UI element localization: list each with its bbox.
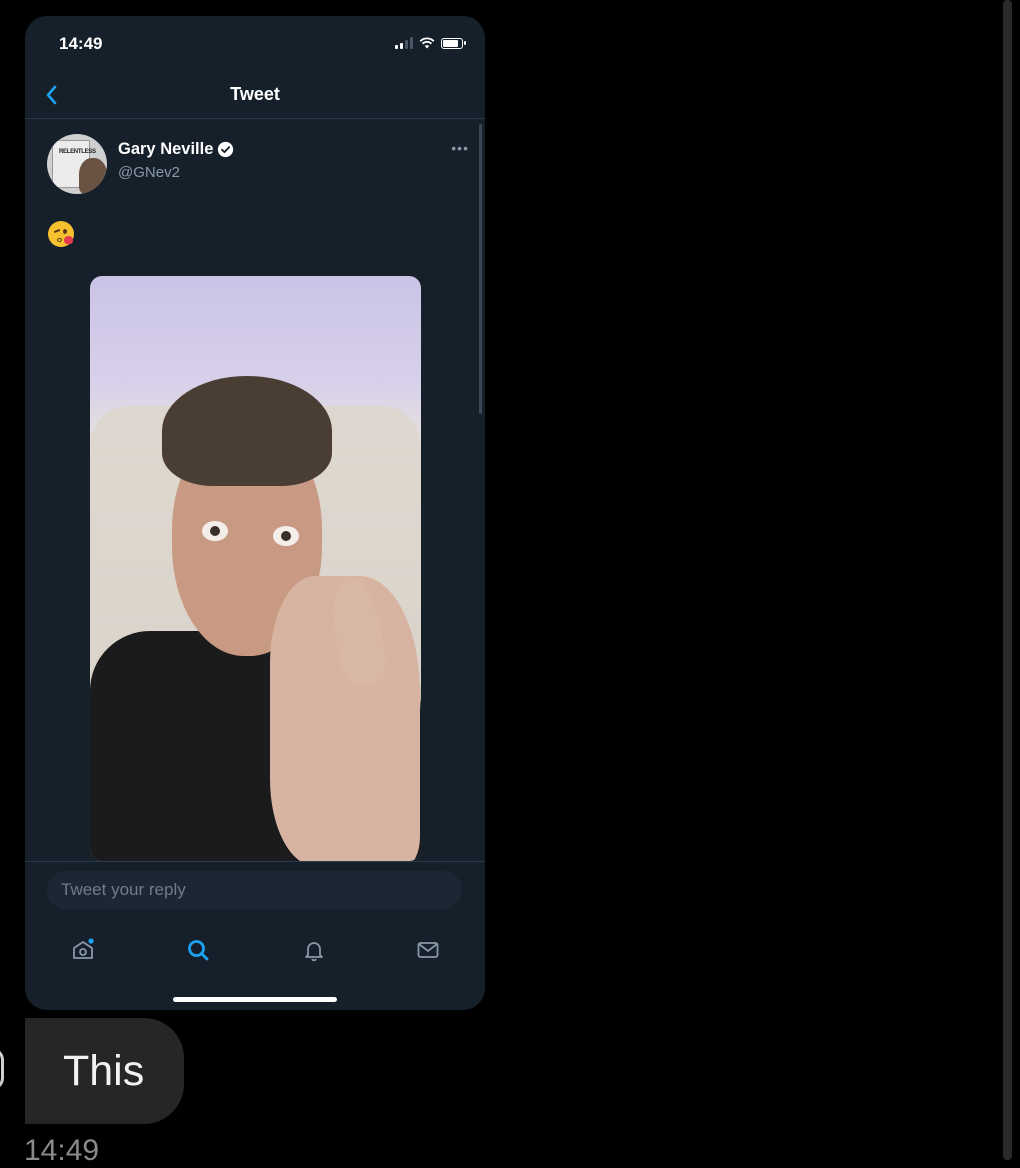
tab-notifications[interactable] (294, 930, 334, 970)
wifi-icon (419, 37, 435, 49)
display-name-text: Gary Neville (118, 140, 214, 158)
cellular-signal-icon (395, 37, 413, 49)
avatar[interactable]: RELENTLESS (47, 134, 107, 194)
photo-eye-left (202, 521, 228, 541)
tab-messages[interactable] (408, 930, 448, 970)
notifications-bell-icon (305, 942, 323, 962)
message-timestamp: 14:49 (24, 1134, 100, 1167)
avatar-book-text: RELENTLESS (59, 149, 96, 155)
search-icon (188, 940, 209, 961)
content-scrollbar[interactable] (479, 124, 482, 414)
tweet-photo[interactable] (90, 276, 421, 861)
display-name[interactable]: Gary Neville (118, 140, 234, 159)
bottom-tab-bar (25, 930, 485, 970)
home-icon (73, 938, 94, 959)
kissing-face-emoji-icon (48, 221, 74, 247)
tab-search[interactable] (178, 930, 218, 970)
message-text: This (63, 1046, 145, 1095)
nav-header: Tweet (25, 76, 485, 119)
previous-message-edge (0, 1048, 4, 1090)
home-indicator[interactable] (173, 997, 337, 1002)
tab-home[interactable] (63, 930, 103, 970)
battery-icon (441, 37, 466, 49)
verified-badge-icon (218, 141, 234, 158)
status-time: 14:49 (59, 34, 103, 53)
phone-screenshot: 14:49 Tweet RELENTLESS Gary Neville @GNe… (25, 16, 485, 1010)
status-icons (395, 37, 466, 49)
status-bar: 14:49 (25, 16, 485, 76)
messages-envelope-icon (417, 942, 439, 958)
photo-hair (162, 376, 332, 486)
more-options-icon[interactable]: ••• (451, 140, 469, 156)
reply-input[interactable] (47, 871, 462, 909)
message-bubble[interactable]: This (25, 1018, 184, 1124)
page-title: Tweet (230, 84, 280, 104)
reply-area (25, 861, 485, 1010)
tweet-header: RELENTLESS Gary Neville @GNev2 ••• (47, 134, 469, 196)
page-scrollbar[interactable] (1003, 0, 1012, 1160)
handle[interactable]: @GNev2 (118, 164, 180, 181)
avatar-face (79, 158, 107, 194)
tweet-text: 😘 (48, 221, 74, 247)
photo-eye-right (273, 526, 299, 546)
